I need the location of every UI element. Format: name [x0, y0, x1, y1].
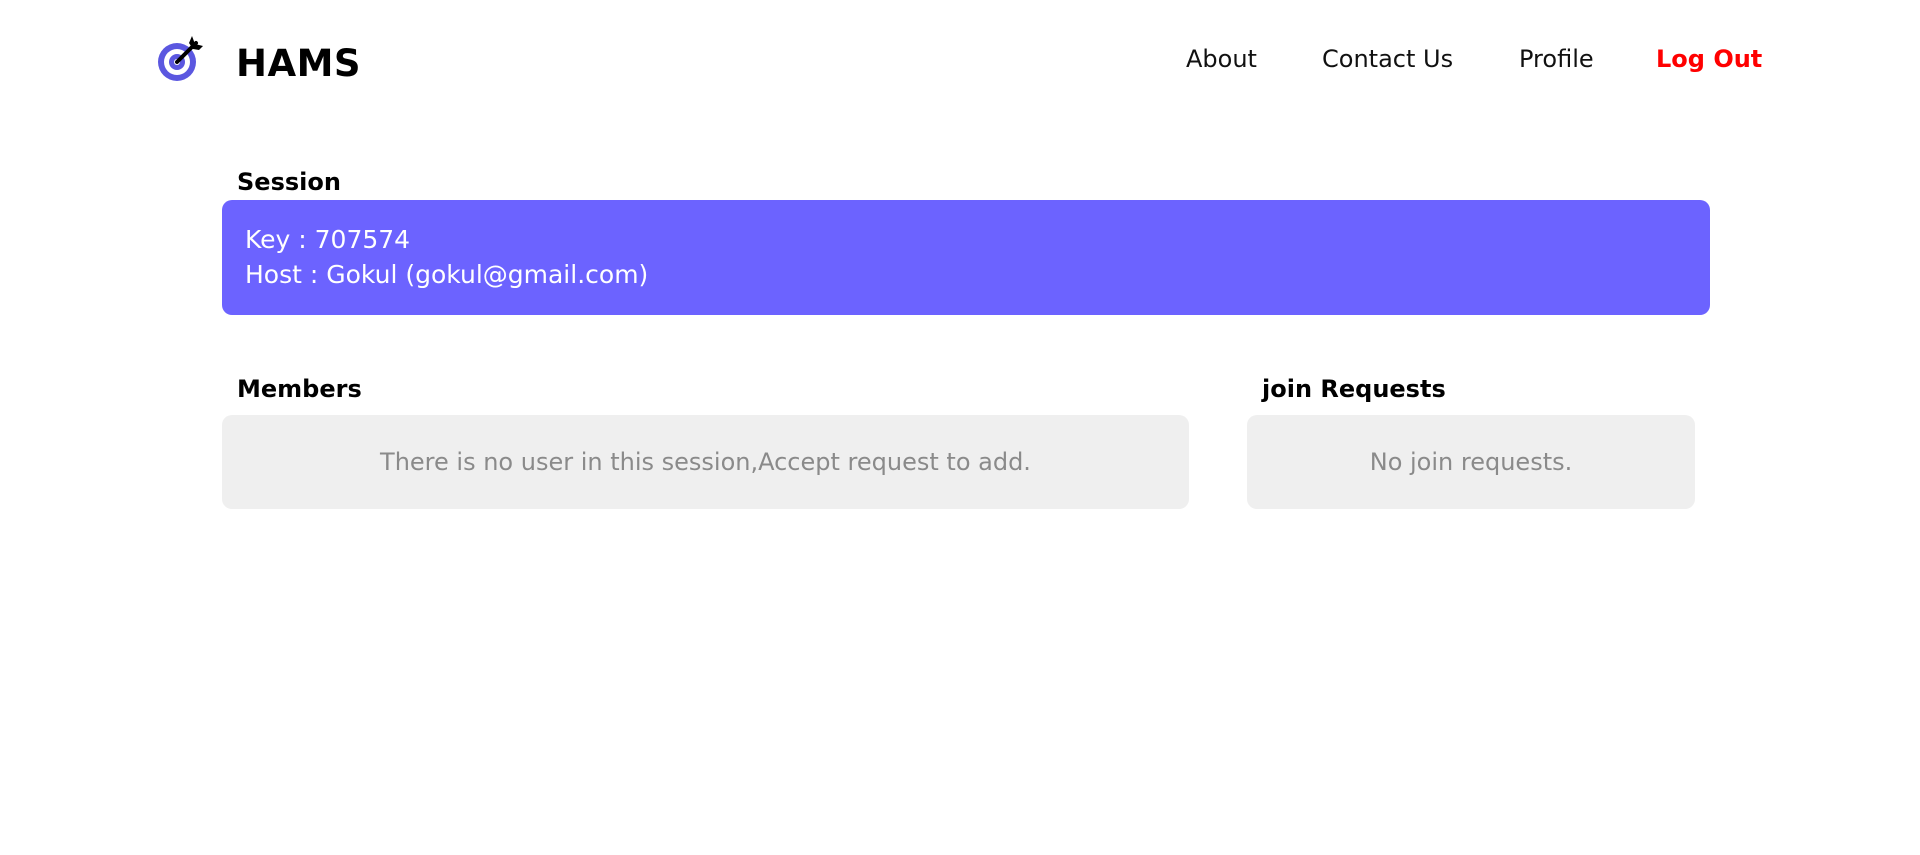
members-heading: Members	[237, 375, 362, 403]
top-navbar: HAMS About Contact Us Profile Log Out	[0, 0, 1920, 120]
session-info-card: Key : 707574 Host : Gokul (gokul@gmail.c…	[222, 200, 1710, 315]
main-nav: About Contact Us Profile Log Out	[0, 42, 1920, 78]
session-host: Host : Gokul (gokul@gmail.com)	[245, 260, 649, 289]
session-key: Key : 707574	[245, 225, 411, 254]
join-requests-heading: join Requests	[1262, 375, 1446, 403]
session-heading: Session	[237, 168, 341, 196]
nav-link-contact-us[interactable]: Contact Us	[1322, 42, 1453, 76]
join-requests-empty-message: No join requests.	[1369, 448, 1573, 476]
logout-button[interactable]: Log Out	[1656, 42, 1762, 76]
join-requests-empty-state: No join requests.	[1247, 415, 1695, 509]
nav-link-about[interactable]: About	[1186, 42, 1257, 76]
members-empty-state: There is no user in this session,Accept …	[222, 415, 1189, 509]
members-empty-message: There is no user in this session,Accept …	[380, 448, 1031, 476]
nav-link-profile[interactable]: Profile	[1519, 42, 1594, 76]
